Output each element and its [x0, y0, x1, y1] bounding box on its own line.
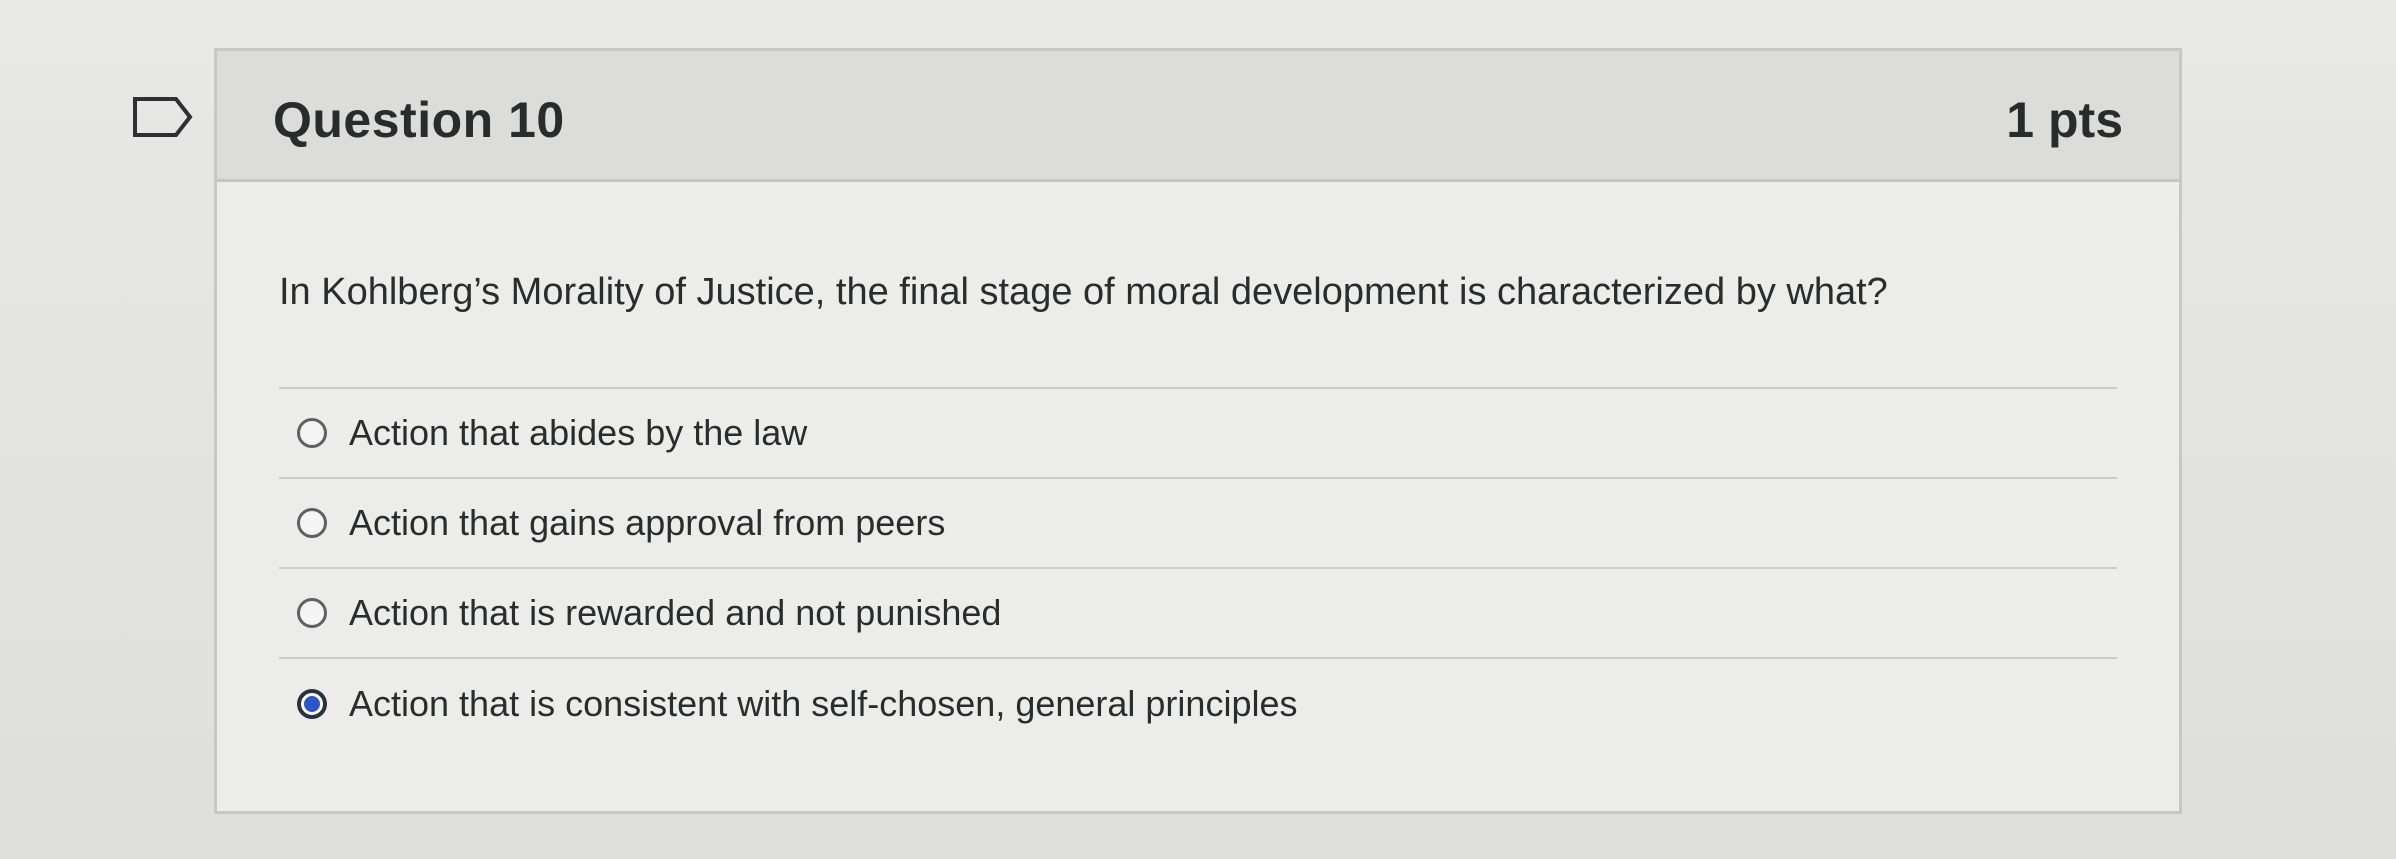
question-text: In Kohlberg’s Morality of Justice, the f… [279, 271, 1888, 313]
question-card: Question 10 1 pts In Kohlberg’s Morality… [214, 48, 2182, 814]
answer-option-1[interactable]: Action that abides by the law [279, 389, 2117, 479]
radio-button[interactable] [297, 598, 327, 628]
answer-option-3[interactable]: Action that is rewarded and not punished [279, 569, 2117, 659]
answer-label[interactable]: Action that is rewarded and not punished [349, 592, 1001, 634]
question-header: Question 10 1 pts [217, 51, 2179, 182]
answer-label[interactable]: Action that gains approval from peers [349, 502, 945, 544]
answer-option-2[interactable]: Action that gains approval from peers [279, 479, 2117, 569]
bookmark-flag-icon[interactable] [132, 96, 194, 138]
answer-label[interactable]: Action that is consistent with self-chos… [349, 683, 1297, 725]
answer-option-4[interactable]: Action that is consistent with self-chos… [279, 659, 2117, 749]
question-points: 1 pts [2006, 92, 2123, 148]
radio-button[interactable] [297, 508, 327, 538]
question-title: Question 10 [273, 92, 565, 148]
answer-label[interactable]: Action that abides by the law [349, 412, 807, 454]
answer-list: Action that abides by the law Action tha… [279, 387, 2117, 749]
radio-button-selected[interactable] [297, 689, 327, 719]
radio-button[interactable] [297, 418, 327, 448]
